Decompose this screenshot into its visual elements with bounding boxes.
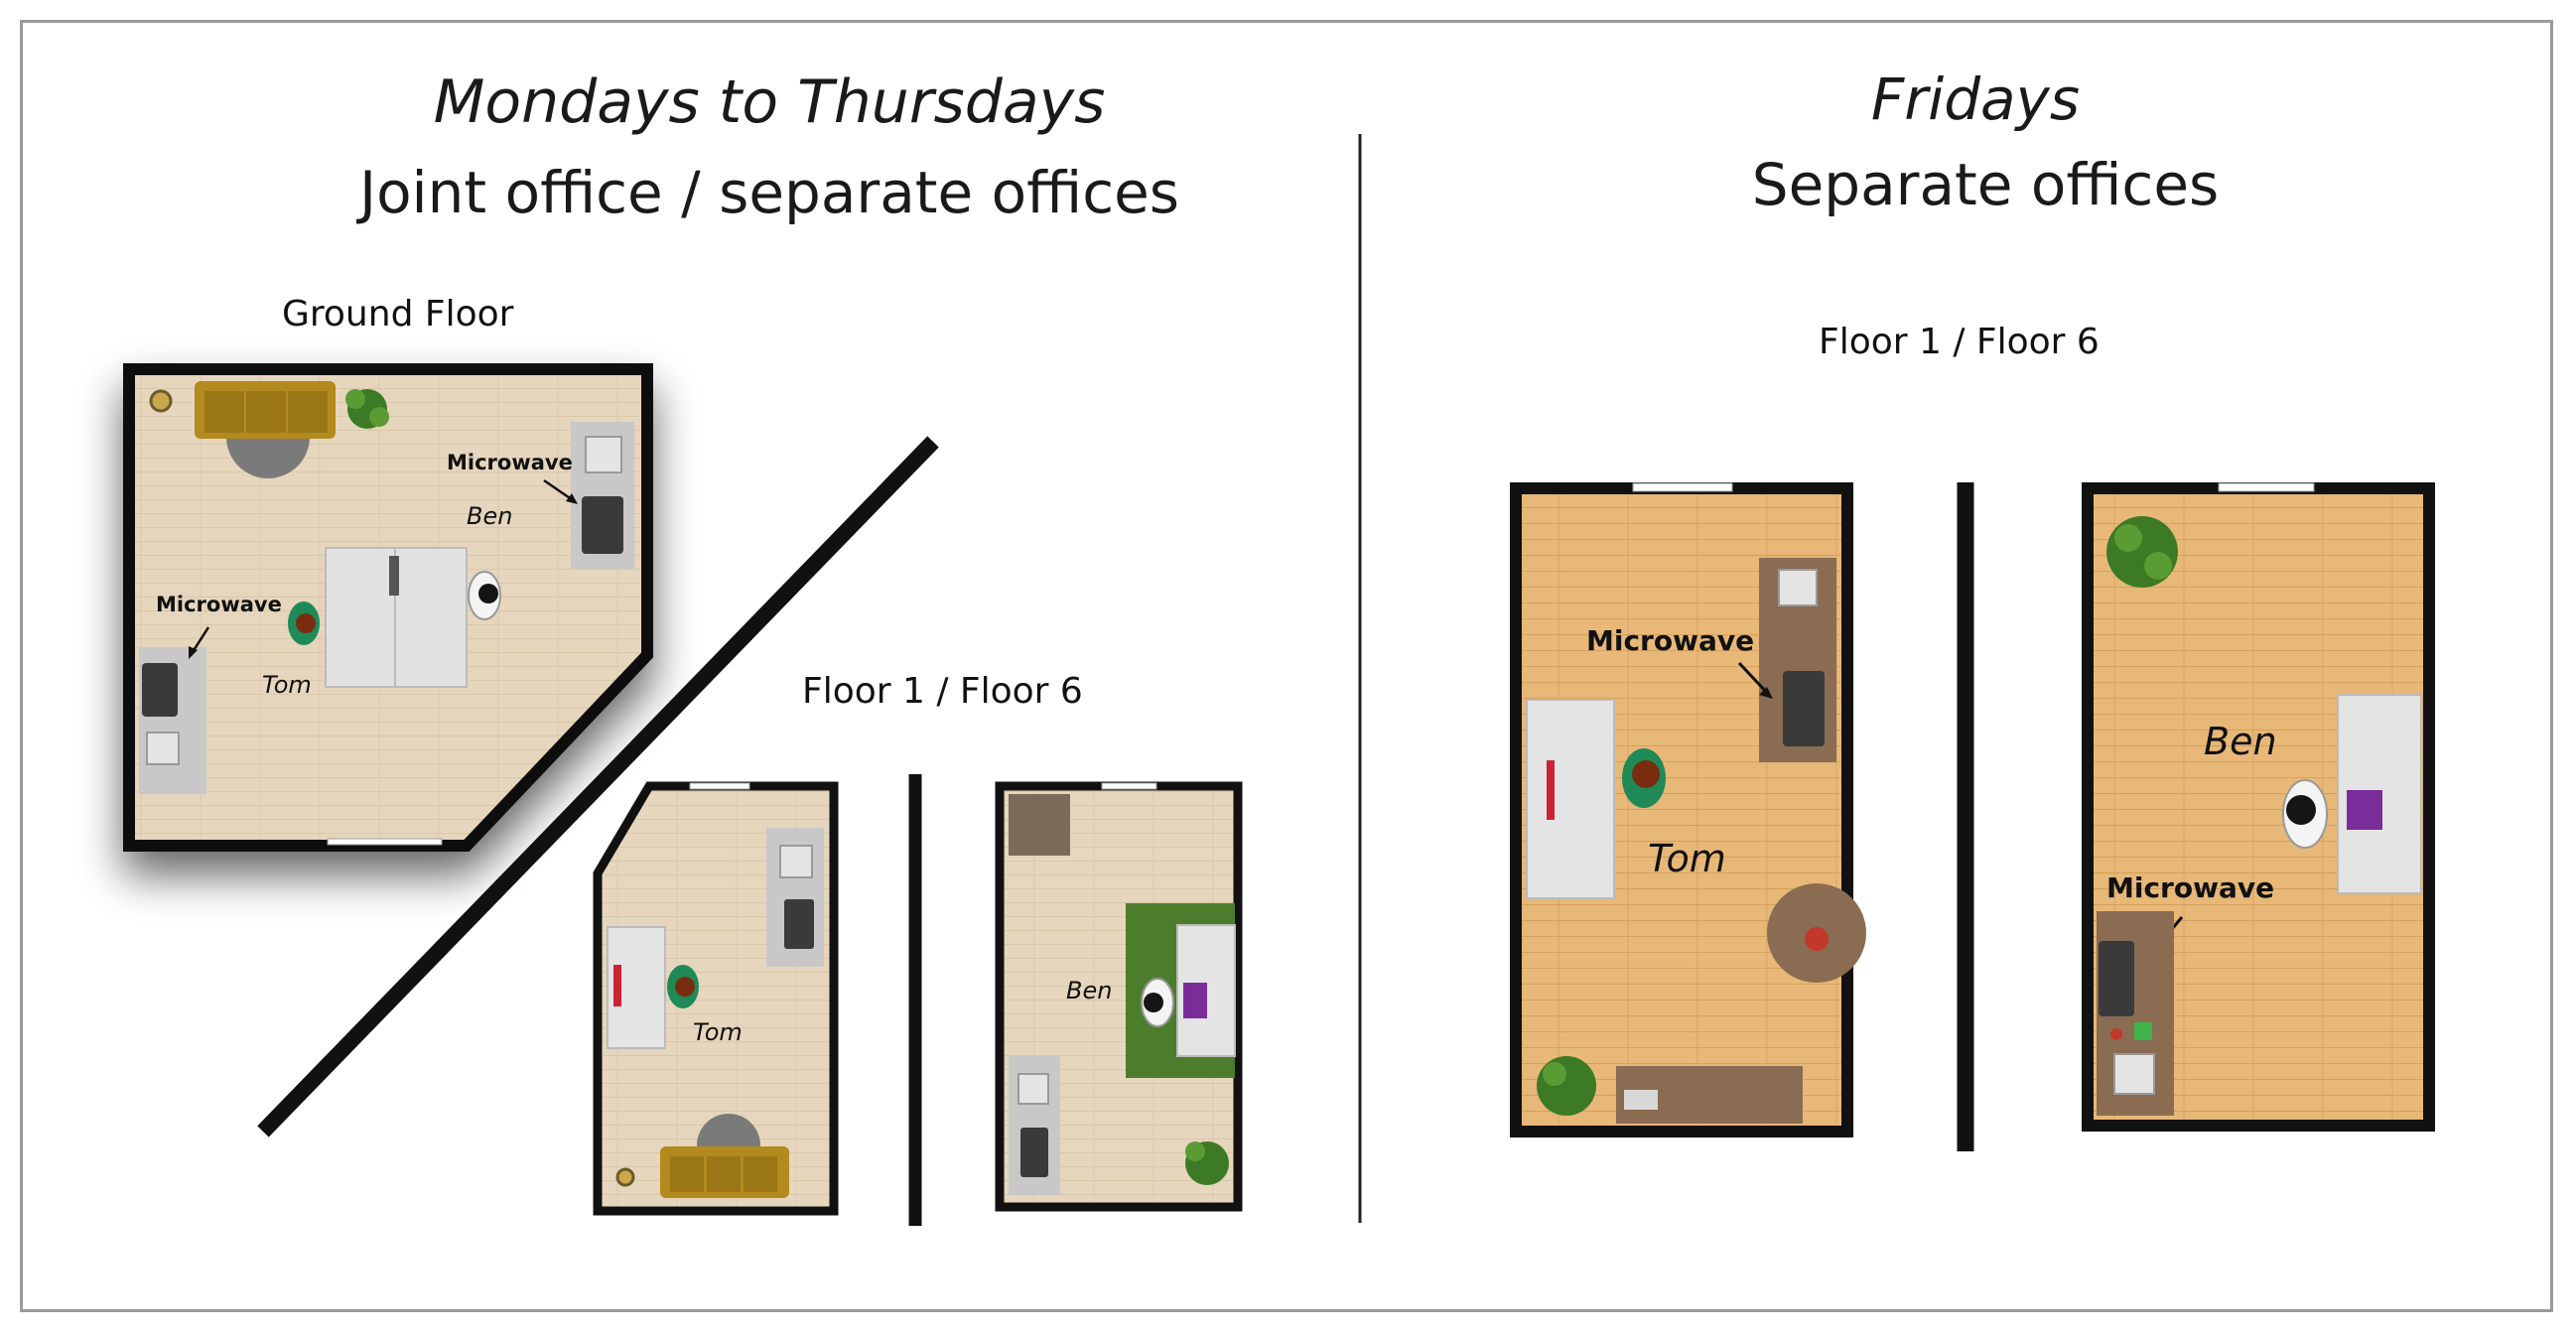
ben-figure	[468, 571, 501, 620]
ground-ben-label: Ben	[467, 502, 512, 530]
left-ben-figure	[1141, 978, 1174, 1027]
tom-desk	[325, 547, 398, 688]
right-tom-plant-icon	[1537, 1056, 1596, 1116]
ground-right-microwave	[582, 496, 623, 554]
ground-floor-plan: Microwave Ben Microwave Tom	[123, 363, 653, 852]
right-ben-microwave-label: Microwave	[2106, 871, 2274, 904]
floor-plans-diagram: Microwave Ben Microwave Tom Tom Ben Micr…	[123, 134, 2435, 1226]
ground-tom-label: Tom	[262, 671, 312, 699]
left-tom-label: Tom	[693, 1018, 743, 1046]
left-ben-label: Ben	[1066, 977, 1112, 1004]
right-tom-label: Tom	[1648, 837, 1726, 880]
right-ben-figure	[2282, 779, 2328, 849]
right-tom-desk	[1526, 699, 1615, 899]
left-ben-plant-icon	[1185, 1141, 1229, 1185]
ground-microwave-left-label: Microwave	[156, 593, 282, 616]
right-tom-microwave	[1783, 671, 1825, 746]
ground-left-microwave	[142, 663, 178, 717]
right-ben-plant-icon	[2106, 516, 2178, 588]
left-ben-office: Ben	[995, 781, 1243, 1212]
ben-desk	[394, 547, 468, 688]
right-ben-microwave	[2099, 941, 2134, 1016]
right-tom-microwave-label: Microwave	[1586, 624, 1754, 657]
ground-microwave-right-label: Microwave	[447, 451, 573, 474]
right-tom-office: Microwave Tom	[1510, 482, 1866, 1137]
left-tom-figure	[667, 965, 699, 1008]
left-tom-office: Tom	[593, 781, 839, 1216]
ground-floor-window	[327, 838, 443, 846]
right-ben-office: Ben Microwave	[2082, 482, 2435, 1132]
tom-figure	[288, 602, 320, 645]
clock-icon	[149, 389, 173, 413]
right-ben-label: Ben	[2204, 720, 2277, 763]
right-tom-figure	[1622, 748, 1666, 808]
